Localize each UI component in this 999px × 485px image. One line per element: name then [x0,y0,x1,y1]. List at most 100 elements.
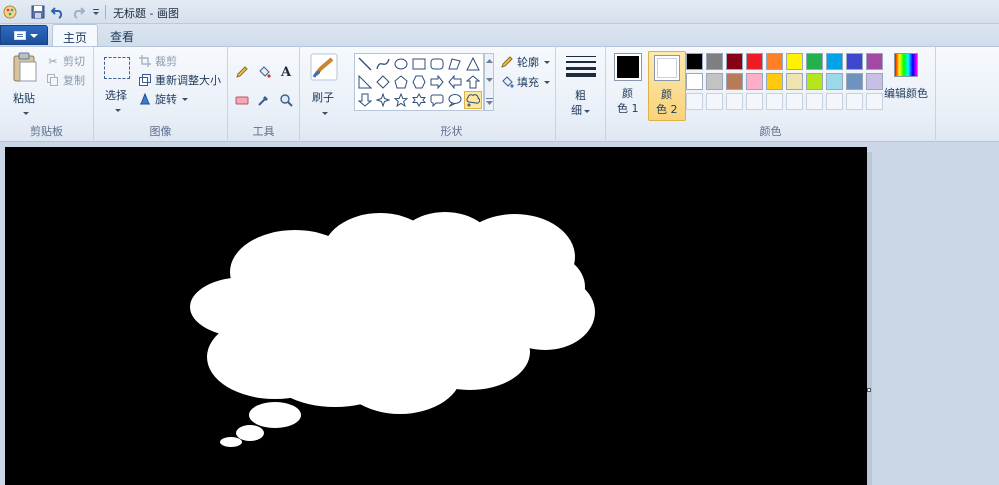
triangle-shape-icon[interactable] [464,55,482,73]
resize-button[interactable]: 重新调整大小 [138,71,221,89]
palette-swatch[interactable] [686,53,703,70]
palette-swatch[interactable] [846,73,863,90]
eraser-icon[interactable] [233,91,251,109]
pentagon-shape-icon[interactable] [392,73,410,91]
rectangle-shape-icon[interactable] [410,55,428,73]
palette-swatch-empty[interactable] [686,93,703,110]
hexagon-shape-icon[interactable] [410,73,428,91]
palette-swatch[interactable] [746,73,763,90]
palette-swatch-empty[interactable] [766,93,783,110]
tab-home[interactable]: 主页 [52,24,99,47]
palette-swatch[interactable] [786,53,803,70]
scroll-up-icon[interactable] [486,58,493,63]
down-arrow-shape-icon[interactable] [356,91,374,109]
clipboard-group-label: 剪贴板 [30,125,63,138]
palette-swatch-empty[interactable] [726,93,743,110]
up-arrow-shape-icon[interactable] [464,73,482,91]
color-spectrum-icon [894,53,918,77]
palette-swatch[interactable] [806,73,823,90]
paste-button[interactable]: 粘贴 [8,52,42,115]
brushes-group: 刷子 [300,47,348,142]
color2-button[interactable]: 颜 色 2 [648,51,686,121]
polygon-shape-icon[interactable] [446,55,464,73]
palette-swatch-empty[interactable] [706,93,723,110]
palette-swatch[interactable] [726,73,743,90]
palette-swatch[interactable] [866,73,883,90]
crop-button[interactable]: 裁剪 [138,52,177,70]
rotate-label: 旋转 [155,93,177,106]
four-point-star-shape-icon[interactable] [374,91,392,109]
canvas-resize-handle[interactable] [867,388,871,392]
palette-swatch[interactable] [766,53,783,70]
palette-swatch[interactable] [766,73,783,90]
cloud-callout-drawing [190,212,595,447]
five-point-star-shape-icon[interactable] [392,91,410,109]
palette-swatch[interactable] [726,53,743,70]
fill-bucket-icon[interactable] [255,63,273,81]
color-picker-icon[interactable] [255,91,273,109]
palette-swatch[interactable] [706,73,723,90]
rounded-callout-shape-icon[interactable] [428,91,446,109]
palette-swatch-empty[interactable] [746,93,763,110]
color1-button[interactable]: 颜 色 1 [610,51,646,119]
size-button[interactable]: 粗 细 [564,53,598,119]
line-shape-icon[interactable] [356,55,374,73]
edit-colors-button[interactable]: 编辑颜色 [884,53,932,103]
tools-group-label: 工具 [252,125,275,138]
palette-swatch[interactable] [706,53,723,70]
palette-swatch[interactable] [786,73,803,90]
customize-quick-access-icon[interactable] [88,4,104,20]
curve-shape-icon[interactable] [374,55,392,73]
palette-swatch-empty[interactable] [866,93,883,110]
brushes-button[interactable]: 刷子 [308,53,340,115]
select-icon [104,57,130,79]
gallery-expand-icon[interactable] [486,98,493,106]
rotate-button[interactable]: 旋转 [138,90,188,108]
copy-button[interactable]: 复制 [46,71,85,89]
palette-swatch-empty[interactable] [826,93,843,110]
redo-icon[interactable] [70,4,86,20]
diamond-shape-icon[interactable] [374,73,392,91]
select-button[interactable]: 选择 [102,55,136,115]
scroll-down-icon[interactable] [486,78,493,83]
palette-swatch[interactable] [806,53,823,70]
pencil-icon[interactable] [233,63,251,81]
select-label: 选择 [105,89,127,102]
right-arrow-shape-icon[interactable] [428,73,446,91]
palette-swatch[interactable] [826,73,843,90]
six-point-star-shape-icon[interactable] [410,91,428,109]
oval-callout-shape-icon[interactable] [446,91,464,109]
chevron-down-icon [115,108,121,112]
rounded-rectangle-shape-icon[interactable] [428,55,446,73]
palette-swatch[interactable] [686,73,703,90]
palette-swatch[interactable] [746,53,763,70]
left-arrow-shape-icon[interactable] [446,73,464,91]
line-width-icon [566,56,596,77]
palette-swatch[interactable] [826,53,843,70]
right-triangle-shape-icon[interactable] [356,73,374,91]
palette-swatch-empty[interactable] [806,93,823,110]
shape-fill-button[interactable]: 填充 [500,73,550,91]
tab-view[interactable]: 查看 [100,24,144,46]
color1-swatch [617,56,639,78]
oval-shape-icon[interactable] [392,55,410,73]
save-icon[interactable] [30,4,46,20]
paste-icon [13,52,37,82]
shape-outline-button[interactable]: 轮廓 [500,53,550,71]
cut-button[interactable]: ✂ 剪切 [46,52,85,70]
paint-menu-button[interactable] [0,25,48,45]
magnifier-icon[interactable] [277,91,295,109]
palette-swatch[interactable] [846,53,863,70]
undo-icon[interactable] [50,4,66,20]
paint-app-icon[interactable] [2,4,18,20]
text-tool-icon[interactable]: A [277,63,295,81]
palette-swatch-empty[interactable] [786,93,803,110]
cloud-callout-shape-icon[interactable] [464,91,482,109]
palette-swatch-empty[interactable] [846,93,863,110]
color2-swatch [657,58,677,78]
crop-icon [138,54,152,68]
drawing-canvas[interactable] [5,147,867,485]
palette-swatch[interactable] [866,53,883,70]
image-group: 选择 裁剪 重新调整大小 旋转 图像 [94,47,228,142]
shapes-gallery-scrollbar[interactable] [484,53,494,111]
